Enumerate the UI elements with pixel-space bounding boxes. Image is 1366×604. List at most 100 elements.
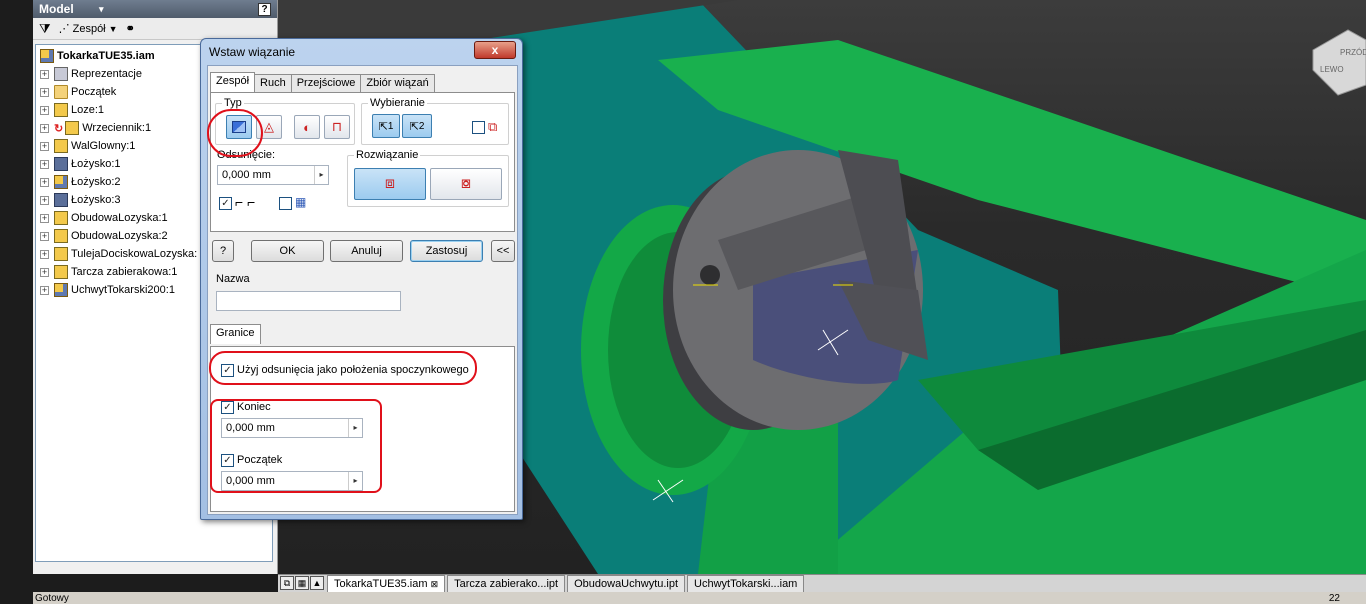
end-limit-input[interactable]: 0,000 mm ▸ <box>221 418 363 438</box>
tab-motion[interactable]: Ruch <box>254 74 292 92</box>
use-offset-checkbox[interactable]: ✓ <box>221 364 234 377</box>
bearing-icon <box>54 157 68 171</box>
chevron-right-icon[interactable]: ▸ <box>348 419 362 437</box>
doc-tab-tarcza[interactable]: Tarcza zabierako...ipt <box>447 575 566 592</box>
solution-flush-button[interactable]: ⧇ <box>430 168 502 200</box>
tree-item-label: Początek <box>71 86 117 98</box>
assembly-tab-panel: Typ ◬ ◐ ⊓ Wybieranie ⇱ 1 ⇱ 2 ⧉ Odsunięcie: <box>210 92 515 232</box>
angle-icon: ◬ <box>264 119 274 134</box>
tree-item-label: Łożysko:3 <box>71 194 121 206</box>
place-constraint-dialog: Wstaw wiązanie x Zespół Ruch Przejściowe… <box>200 38 523 520</box>
assembly-view-button[interactable]: ⋰ Zespół ▼ <box>59 22 118 36</box>
tree-item-label: Tarcza zabierakowa:1 <box>71 266 178 278</box>
viewcube[interactable]: PRZÓD LEWO <box>1312 29 1366 96</box>
tangent-constraint-button[interactable]: ◐ <box>294 115 320 139</box>
part-icon <box>54 139 68 153</box>
chevron-down-icon: ▼ <box>108 23 118 34</box>
start-limit-checkbox[interactable]: ✓ <box>221 454 234 467</box>
predict-offset-checkbox[interactable] <box>279 197 292 210</box>
start-limit-input[interactable]: 0,000 mm ▸ <box>221 471 363 491</box>
close-icon[interactable]: ⊠ <box>431 579 439 589</box>
expand-icon[interactable]: + <box>40 177 49 187</box>
expand-icon[interactable]: + <box>40 87 49 97</box>
dialog-title: Wstaw wiązanie <box>209 45 296 59</box>
offset-input[interactable]: 0,000 mm ▸ <box>217 165 329 185</box>
expand-icon[interactable]: + <box>40 69 49 79</box>
select-first-button[interactable]: ⇱ 1 <box>372 114 400 138</box>
close-button[interactable]: x <box>474 41 516 59</box>
selection-group: Wybieranie ⇱ 1 ⇱ 2 ⧉ <box>361 97 509 145</box>
show-preview-checkbox[interactable]: ✓ <box>219 197 232 210</box>
bearing-icon <box>54 193 68 207</box>
tab-menu-icon[interactable]: ▲ <box>310 576 324 590</box>
chevron-right-icon[interactable]: ▸ <box>314 166 328 184</box>
status-bar: Gotowy 22 <box>33 592 1366 604</box>
tab-transitional[interactable]: Przejściowe <box>290 74 362 92</box>
angle-constraint-button[interactable]: ◬ <box>256 115 282 139</box>
selection-label: Wybieranie <box>368 97 427 109</box>
use-offset-label: Użyj odsunięcia jako położenia spoczynko… <box>237 364 469 376</box>
end-limit-checkbox[interactable]: ✓ <box>221 401 234 414</box>
expand-icon[interactable]: + <box>40 195 49 205</box>
expand-icon[interactable]: + <box>40 249 49 259</box>
select-second-label: 2 <box>418 120 425 132</box>
solution-mate-button[interactable]: ⧈ <box>354 168 426 200</box>
tile-windows-icon[interactable]: ▦ <box>295 576 309 590</box>
status-text: Gotowy <box>35 593 69 604</box>
name-input[interactable] <box>216 291 401 311</box>
tree-item-label: ObudowaLozyska:2 <box>71 230 168 242</box>
help-icon[interactable]: ? <box>258 2 271 16</box>
expand-icon[interactable]: + <box>40 123 49 133</box>
part-icon <box>54 247 68 261</box>
name-label: Nazwa <box>216 273 250 285</box>
expand-icon[interactable]: + <box>40 141 49 151</box>
tree-item-label: WalGlowny:1 <box>71 140 136 152</box>
part-icon <box>54 103 68 117</box>
solution-group: Rozwiązanie ⧈ ⧇ <box>347 149 509 207</box>
tab-assembly[interactable]: Zespół <box>210 72 256 92</box>
dialog-body: Zespół Ruch Przejściowe Zbiór wiązań Typ… <box>207 65 518 515</box>
expand-icon[interactable]: + <box>40 159 49 169</box>
apply-button[interactable]: Zastosuj <box>410 240 483 262</box>
expand-icon[interactable]: + <box>40 105 49 115</box>
insert-constraint-button[interactable]: ⊓ <box>324 115 350 139</box>
assembly-icon <box>54 283 68 297</box>
mate-solution-icon: ⧈ <box>384 175 396 192</box>
filter-icon[interactable]: ⧩ <box>39 21 51 37</box>
binoculars-icon[interactable]: ⚭ <box>126 22 135 35</box>
insert-icon: ⊓ <box>331 119 343 134</box>
chuck-key-hole <box>700 265 720 285</box>
tree-item-label: ObudowaLozyska:1 <box>71 212 168 224</box>
expand-icon[interactable]: + <box>40 213 49 223</box>
doc-tab-uchwyt[interactable]: UchwytTokarski...iam <box>687 575 805 592</box>
doc-tab-obudowa[interactable]: ObudowaUchwytu.ipt <box>567 575 686 592</box>
start-limit-label: Początek <box>237 454 283 466</box>
expand-icon[interactable]: + <box>40 231 49 241</box>
chevron-down-icon[interactable]: ▾ <box>99 4 104 15</box>
browser-title-bar[interactable]: Model ▾ ? <box>33 0 277 18</box>
chevron-right-icon[interactable]: ▸ <box>348 472 362 490</box>
select-second-button[interactable]: ⇱ 2 <box>402 114 432 138</box>
part-icon <box>65 121 80 135</box>
flush-solution-icon: ⧇ <box>460 175 472 192</box>
ok-button[interactable]: OK <box>251 240 324 262</box>
pick-part-first-checkbox[interactable] <box>472 121 485 134</box>
tab-limits[interactable]: Granice <box>210 324 261 344</box>
document-tab-bar: ⧉ ▦ ▲ TokarkaTUE35.iam ⊠ Tarcza zabierak… <box>278 574 1366 592</box>
glasses-icon: ⌐ ⌐ <box>235 194 256 210</box>
predict-offset-icon: ▦ <box>295 195 307 209</box>
help-button[interactable]: ? <box>212 240 234 262</box>
expand-icon[interactable]: + <box>40 285 49 295</box>
assembly-icon <box>40 49 54 63</box>
tree-item-label: Wrzeciennik:1 <box>82 122 152 134</box>
limits-panel: ✓ Użyj odsunięcia jako położenia spoczyn… <box>210 346 515 512</box>
cancel-button[interactable]: Anuluj <box>330 240 403 262</box>
doc-tab-tokarka[interactable]: TokarkaTUE35.iam ⊠ <box>327 575 446 592</box>
assembly-view-label: Zespół <box>72 22 106 35</box>
expand-icon[interactable]: + <box>40 267 49 277</box>
collapse-button[interactable]: << <box>491 240 515 262</box>
cascade-windows-icon[interactable]: ⧉ <box>280 576 294 590</box>
tab-constraint-set[interactable]: Zbiór wiązań <box>360 74 435 92</box>
tree-item-label: Loze:1 <box>71 104 105 116</box>
mate-constraint-button[interactable] <box>226 115 252 139</box>
